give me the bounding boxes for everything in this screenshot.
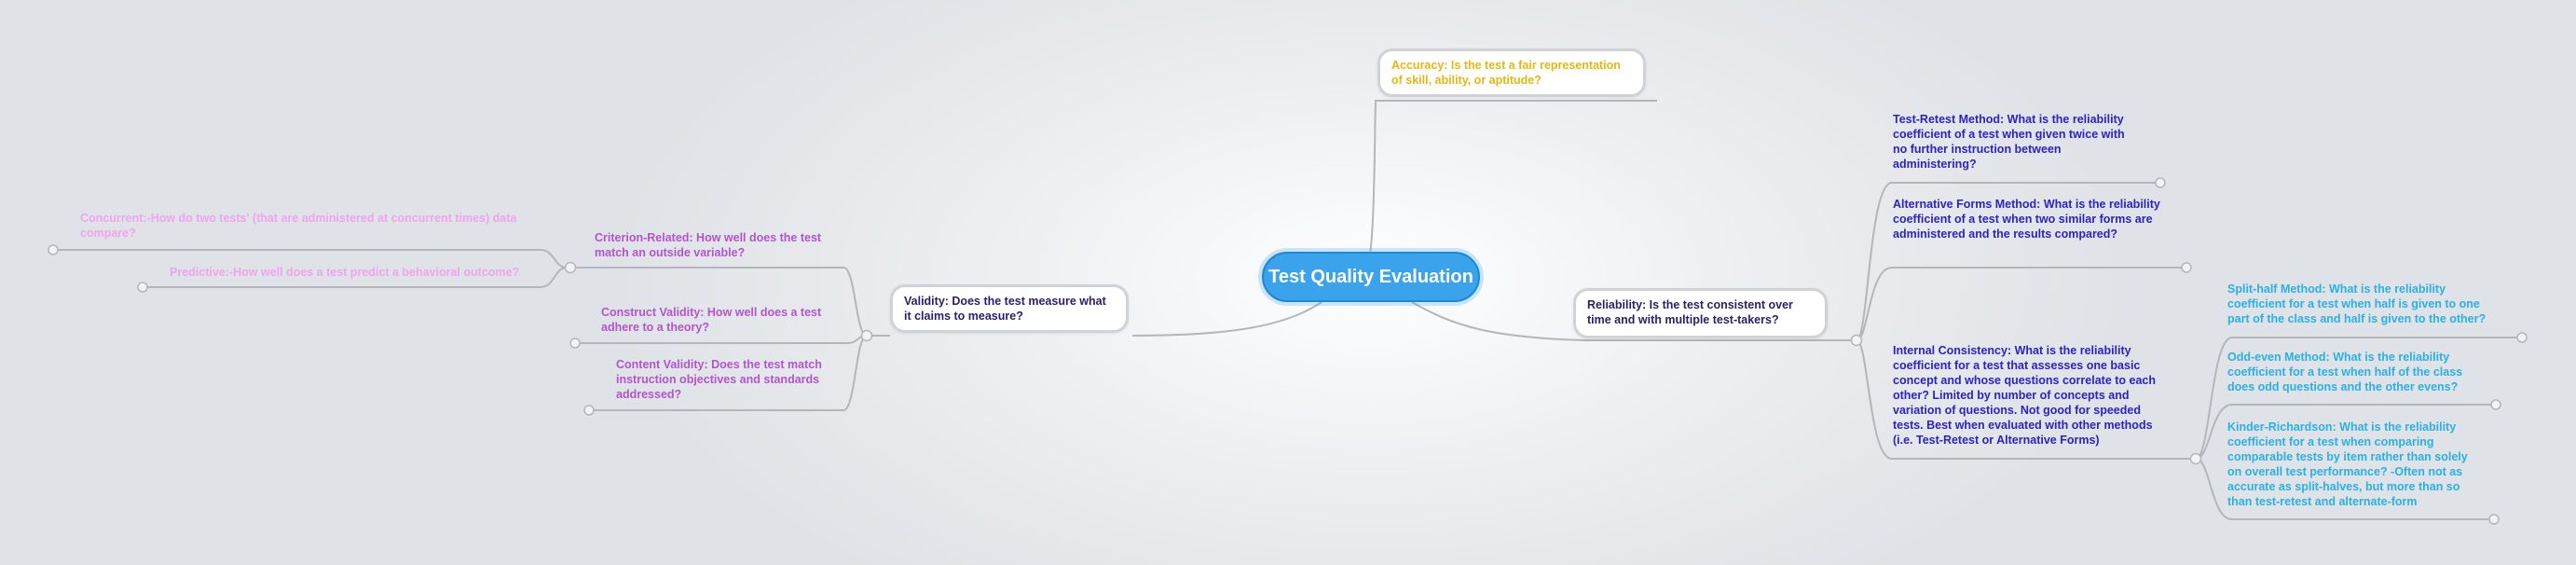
collapse-handle <box>569 338 581 349</box>
collapse-handle <box>2516 332 2528 343</box>
connector-alt-forms <box>1856 267 2186 341</box>
connector-accuracy <box>1369 100 1657 255</box>
collapse-handle <box>2490 399 2501 410</box>
reliability-topic[interactable]: Reliability: Is the test consistent over… <box>1573 288 1828 338</box>
connector-construct <box>570 335 868 344</box>
collapse-handle <box>2155 177 2166 188</box>
criterion-related-topic[interactable]: Criterion-Related: How well does the tes… <box>595 230 839 260</box>
construct-validity-topic[interactable]: Construct Validity: How well does a test… <box>601 305 843 335</box>
collapse-handle <box>2488 514 2500 525</box>
validity-topic[interactable]: Validity: Does the test measure what it … <box>890 284 1129 333</box>
collapse-handle <box>48 244 59 255</box>
internal-consistency-topic[interactable]: Internal Consistency: What is the reliab… <box>1893 343 2163 448</box>
split-half-topic[interactable]: Split-half Method: What is the reliabili… <box>2227 282 2493 326</box>
kinder-richardson-topic[interactable]: Kinder-Richardson: What is the reliabili… <box>2227 420 2472 509</box>
collapse-handle <box>860 329 873 342</box>
central-topic[interactable]: Test Quality Evaluation <box>1262 252 1480 302</box>
test-retest-topic[interactable]: Test-Retest Method: What is the reliabil… <box>1893 112 2137 172</box>
predictive-topic[interactable]: Predictive:-How well does a test predict… <box>170 265 561 280</box>
accuracy-topic[interactable]: Accuracy: Is the test a fair representat… <box>1377 48 1646 97</box>
collapse-handle <box>2181 262 2192 273</box>
alternative-forms-topic[interactable]: Alternative Forms Method: What is the re… <box>1893 197 2163 241</box>
collapse-handle <box>583 405 595 416</box>
collapse-handle <box>137 282 148 293</box>
content-validity-topic[interactable]: Content Validity: Does the test match in… <box>616 357 849 402</box>
collapse-handle <box>1850 334 1863 347</box>
connector-validity <box>1131 301 1322 337</box>
collapse-handle <box>564 261 577 274</box>
odd-even-topic[interactable]: Odd-even Method: What is the reliability… <box>2227 350 2472 394</box>
collapse-handle <box>2189 452 2202 465</box>
concurrent-topic[interactable]: Concurrent:-How do two tests' (that are … <box>80 211 557 241</box>
